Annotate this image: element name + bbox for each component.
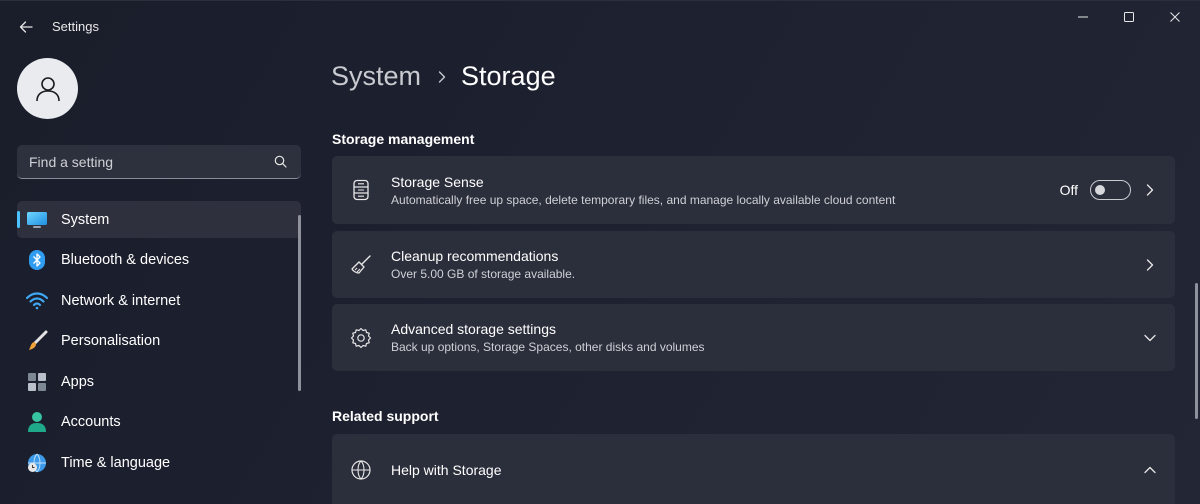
storage-sense-title: Storage Sense xyxy=(391,173,484,190)
main-scrollbar[interactable] xyxy=(1195,283,1198,419)
chevron-down-icon[interactable] xyxy=(1139,327,1161,349)
sidebar-item-network[interactable]: Network & internet xyxy=(17,282,301,319)
sidebar-item-label: Time & language xyxy=(61,454,171,471)
wifi-icon xyxy=(25,289,49,313)
gear-icon xyxy=(348,325,374,351)
sidebar-item-label: System xyxy=(61,211,110,228)
advanced-subtitle: Back up options, Storage Spaces, other d… xyxy=(391,340,705,354)
maximize-button[interactable] xyxy=(1108,1,1150,33)
sidebar-item-label: Personalisation xyxy=(61,333,161,349)
minimize-button[interactable] xyxy=(1062,1,1104,33)
sidebar-item-label: Bluetooth & devices xyxy=(61,252,190,268)
sidebar-item-time-language[interactable]: Time & language xyxy=(17,444,301,481)
storage-drive-icon xyxy=(348,177,374,203)
bluetooth-icon xyxy=(25,248,49,272)
broom-icon xyxy=(348,252,374,278)
monitor-icon xyxy=(25,208,49,232)
app-title: Settings xyxy=(52,19,99,34)
minimize-icon xyxy=(1078,16,1088,18)
sidebar-item-accounts[interactable]: Accounts xyxy=(17,404,301,441)
sidebar-item-system[interactable]: System xyxy=(17,201,301,238)
help-with-storage-card[interactable]: Help with Storage xyxy=(332,434,1175,504)
sidebar-scrollbar[interactable] xyxy=(298,215,301,391)
title-bar: Settings xyxy=(0,1,1200,51)
back-button[interactable] xyxy=(12,13,40,41)
back-arrow-icon xyxy=(19,21,33,33)
chevron-right-icon[interactable] xyxy=(1139,179,1161,201)
sidebar-item-personalisation[interactable]: Personalisation xyxy=(17,323,301,360)
help-text: Help with Storage xyxy=(391,461,502,479)
globe-icon xyxy=(348,457,374,483)
page-title: Storage xyxy=(461,61,556,91)
storage-sense-toggle[interactable] xyxy=(1090,180,1131,200)
maximize-icon xyxy=(1124,12,1134,22)
settings-window: Settings Find a setting System Bluetooth… xyxy=(0,0,1200,504)
advanced-storage-settings-card[interactable]: Advanced storage settings Back up option… xyxy=(332,304,1175,371)
cleanup-title: Cleanup recommendations xyxy=(391,248,559,264)
toggle-knob xyxy=(1095,185,1105,195)
storage-sense-toggle-label: Off xyxy=(1059,182,1078,198)
chevron-right-icon xyxy=(437,70,447,84)
advanced-text: Advanced storage settings Back up option… xyxy=(391,320,705,355)
section-heading-related-support: Related support xyxy=(332,408,439,424)
search-placeholder: Find a setting xyxy=(29,153,114,170)
section-heading-storage-management: Storage management xyxy=(332,131,475,147)
sidebar-item-apps[interactable]: Apps xyxy=(17,363,301,400)
help-title: Help with Storage xyxy=(391,461,502,478)
advanced-title: Advanced storage settings xyxy=(391,321,556,337)
chevron-right-icon[interactable] xyxy=(1139,254,1161,276)
close-button[interactable] xyxy=(1154,1,1196,33)
cleanup-text: Cleanup recommendations Over 5.00 GB of … xyxy=(391,247,575,282)
paintbrush-icon xyxy=(25,329,49,353)
apps-icon xyxy=(25,370,49,394)
sidebar-item-bluetooth[interactable]: Bluetooth & devices xyxy=(17,242,301,279)
cleanup-subtitle: Over 5.00 GB of storage available. xyxy=(391,267,576,281)
storage-sense-text: Storage Sense Automatically free up spac… xyxy=(391,173,895,208)
sidebar-nav: System Bluetooth & devices Network & int… xyxy=(17,201,301,485)
avatar[interactable] xyxy=(17,58,78,119)
search-icon[interactable] xyxy=(265,147,295,177)
globe-clock-icon xyxy=(25,451,49,475)
sidebar-item-label: Accounts xyxy=(61,414,121,430)
sidebar-item-label: Network & internet xyxy=(61,292,181,309)
chevron-up-icon[interactable] xyxy=(1139,459,1161,481)
cleanup-recommendations-card[interactable]: Cleanup recommendations Over 5.00 GB of … xyxy=(332,231,1175,298)
breadcrumb-system[interactable]: System xyxy=(331,61,421,92)
search-input[interactable]: Find a setting xyxy=(17,145,301,179)
close-icon xyxy=(1170,12,1180,22)
sidebar-item-label: Apps xyxy=(61,373,95,390)
user-icon xyxy=(35,76,60,101)
breadcrumb: System Storage xyxy=(331,61,556,92)
account-icon xyxy=(25,410,49,434)
storage-sense-card[interactable]: Storage Sense Automatically free up spac… xyxy=(332,156,1175,224)
storage-sense-subtitle: Automatically free up space, delete temp… xyxy=(391,192,896,207)
